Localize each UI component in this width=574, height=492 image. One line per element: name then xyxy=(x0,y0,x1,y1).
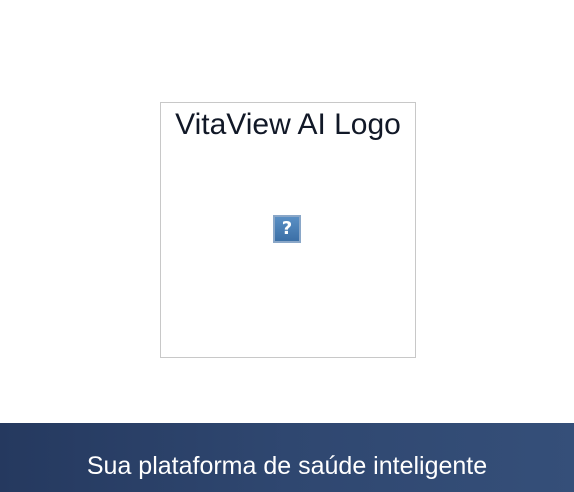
logo-alt-text: VitaView AI Logo xyxy=(175,108,401,141)
tagline-bar: Sua plataforma de saúde inteligente xyxy=(0,423,574,492)
broken-image-icon: ? xyxy=(273,215,301,243)
tagline-text: Sua plataforma de saúde inteligente xyxy=(86,452,488,480)
logo-image: VitaView AI Logo ? xyxy=(160,102,416,358)
broken-image-glyph: ? xyxy=(281,218,293,239)
splash-screen: VitaView AI Logo ? Sua plataforma de saú… xyxy=(0,0,574,492)
